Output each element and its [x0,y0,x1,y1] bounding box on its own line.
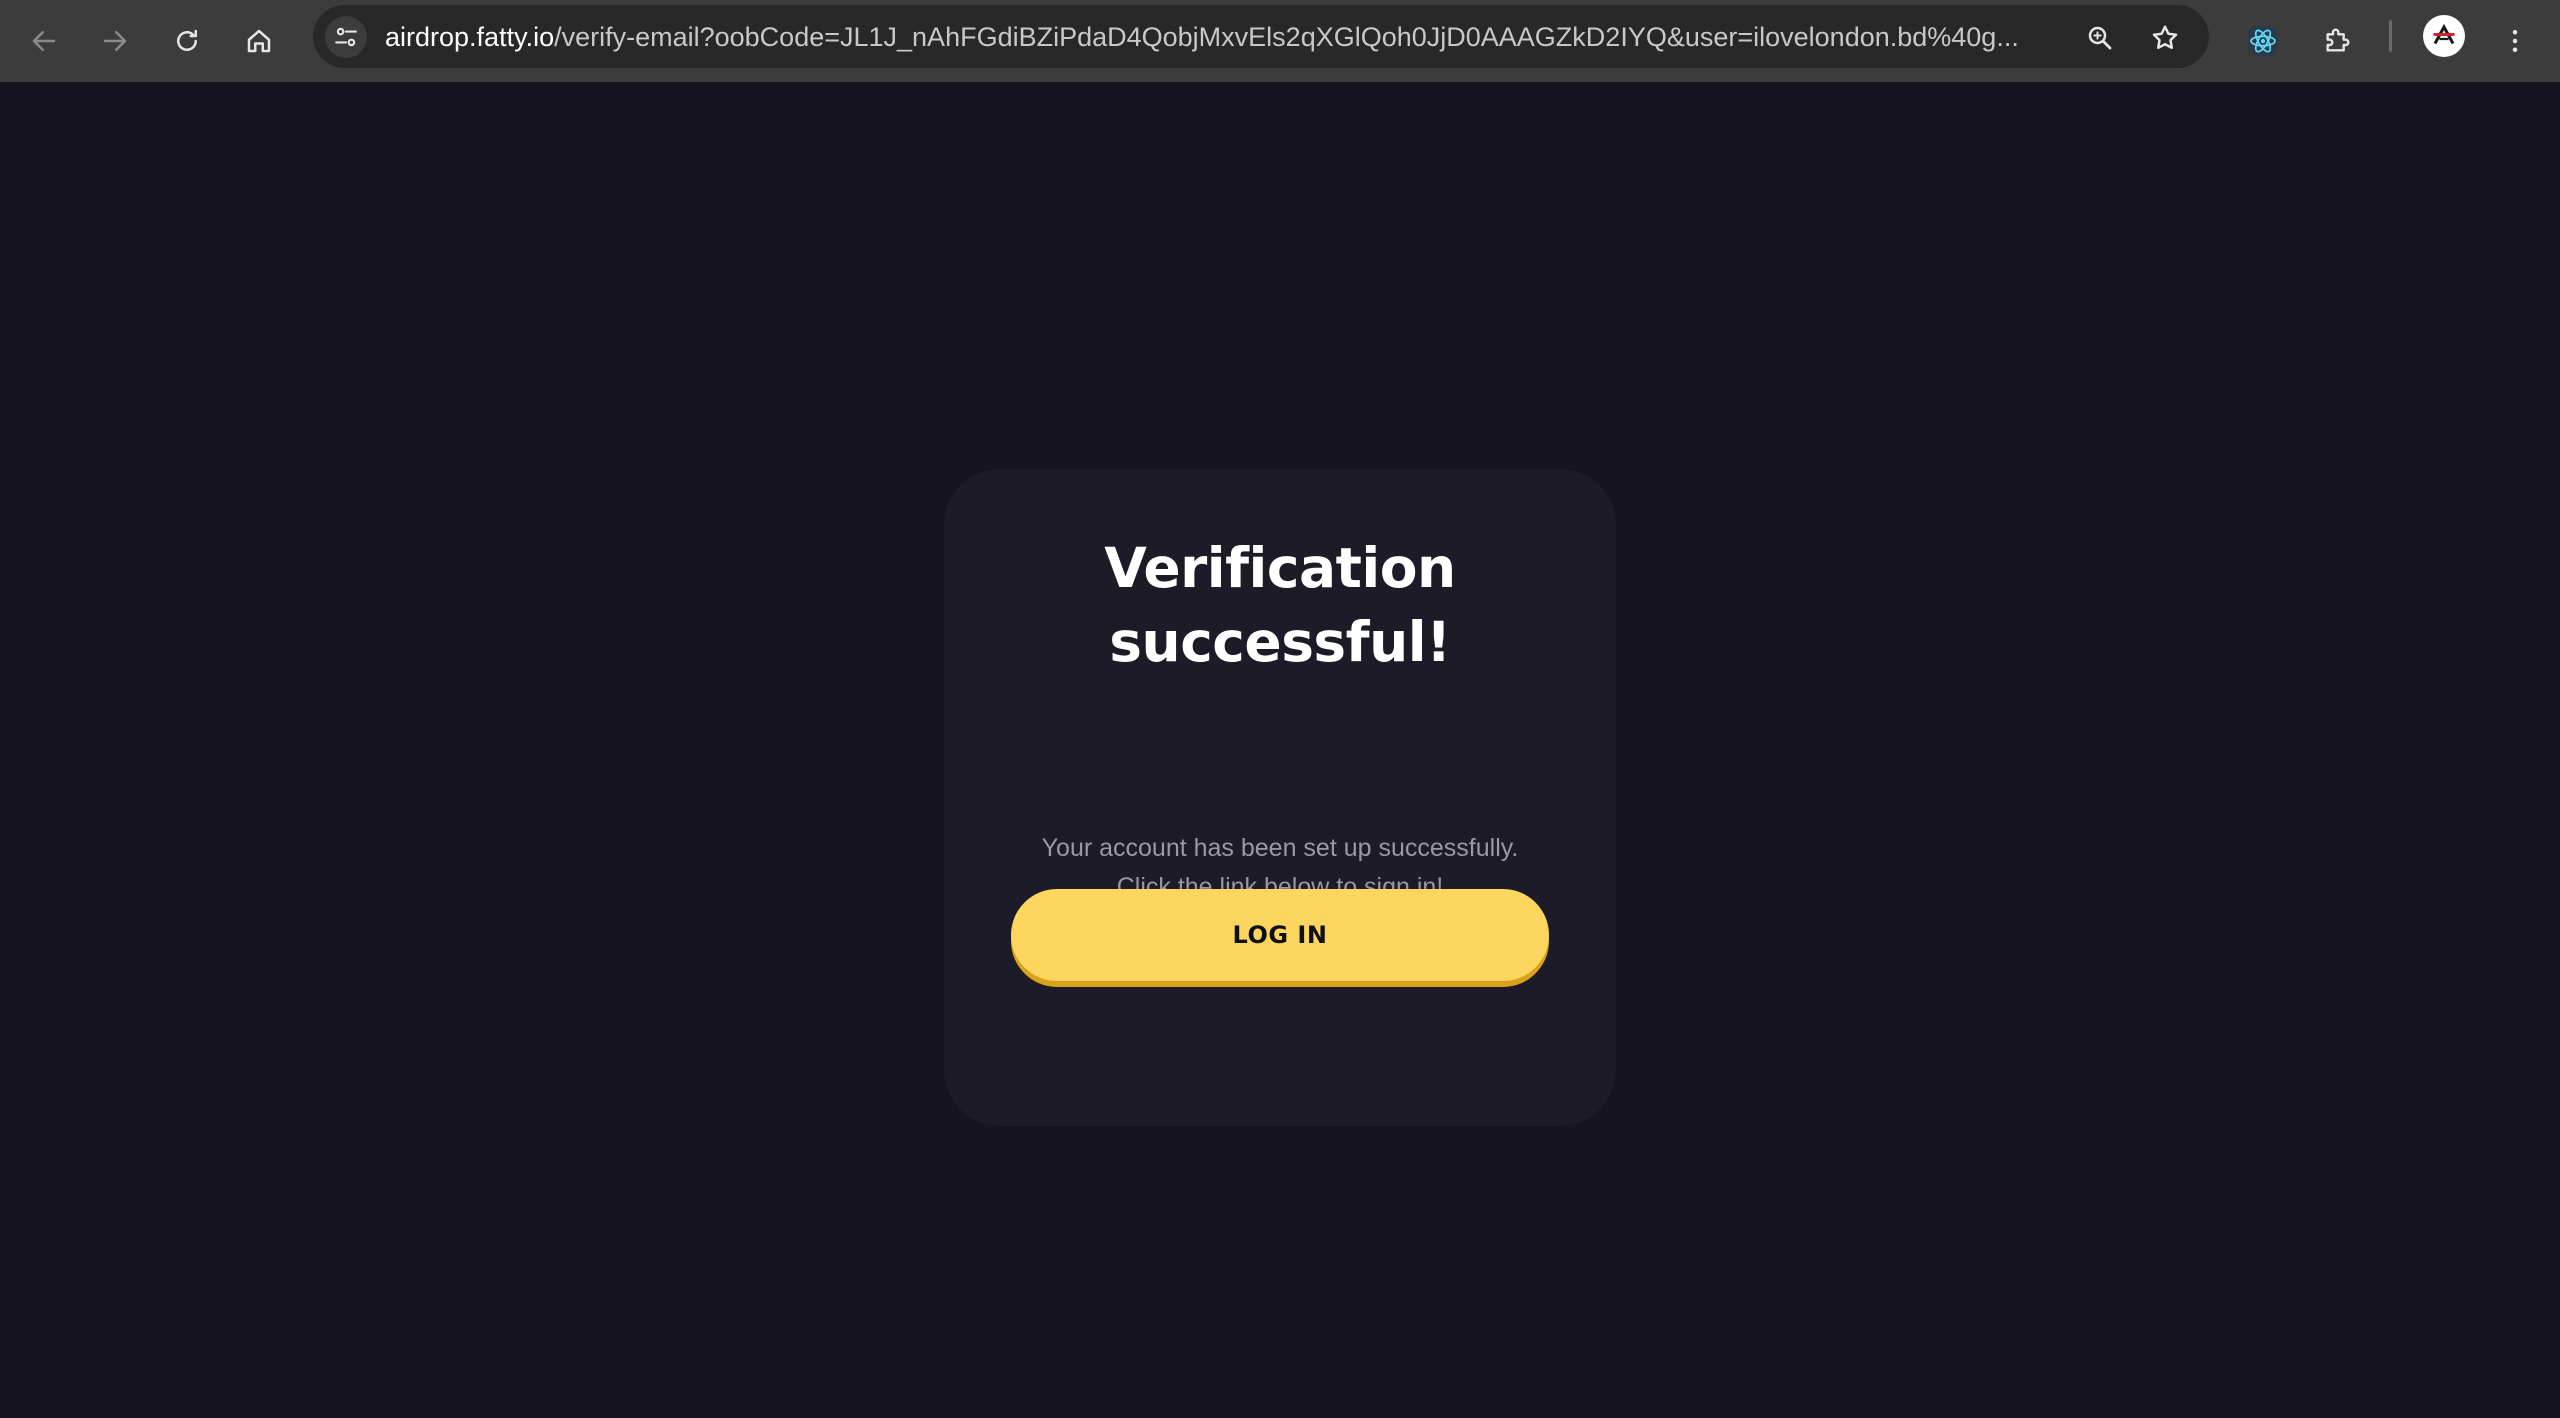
puzzle-icon [2326,28,2350,52]
url-host: airdrop.fatty.io [385,22,555,52]
react-devtools-button[interactable] [2234,12,2292,70]
login-button[interactable]: LOG IN [1011,889,1549,981]
profile-avatar[interactable] [2423,15,2465,57]
login-button-label: LOG IN [1232,921,1328,949]
home-icon [247,29,271,53]
address-bar[interactable]: airdrop.fatty.io/verify-email?oobCode=JL… [313,5,2209,68]
url-text[interactable]: airdrop.fatty.io/verify-email?oobCode=JL… [385,20,2065,54]
page-viewport: Verification successful! Your account ha… [0,82,2560,1418]
reload-button[interactable] [158,12,216,70]
verification-card: Verification successful! Your account ha… [944,469,1616,1126]
title-line-2: successful! [1109,610,1451,674]
reload-icon [177,29,197,51]
card-title: Verification successful! [944,531,1616,679]
success-message-line-1: Your account has been set up successfull… [1041,834,1519,862]
bookmark-button[interactable] [2144,17,2186,59]
site-info-button[interactable] [325,16,367,58]
browser-toolbar: airdrop.fatty.io/verify-email?oobCode=JL… [0,0,2560,82]
zoom-button[interactable] [2079,17,2121,59]
forward-button[interactable] [86,12,144,70]
star-icon [2152,25,2178,49]
back-button[interactable] [15,12,73,70]
home-button[interactable] [230,12,288,70]
kebab-menu-icon [2512,30,2518,52]
back-arrow-icon [32,31,56,51]
extensions-button[interactable] [2308,12,2366,70]
zoom-icon [2088,26,2112,50]
profile-logo-icon [2427,19,2461,53]
toolbar-divider [2389,20,2392,52]
title-line-1: Verification [1104,536,1456,600]
tune-icon [335,27,357,47]
url-path: /verify-email?oobCode=JL1J_nAhFGdiBZiPda… [554,22,2019,52]
react-icon [2248,26,2278,56]
browser-menu-button[interactable] [2486,12,2544,70]
forward-arrow-icon [103,31,127,51]
